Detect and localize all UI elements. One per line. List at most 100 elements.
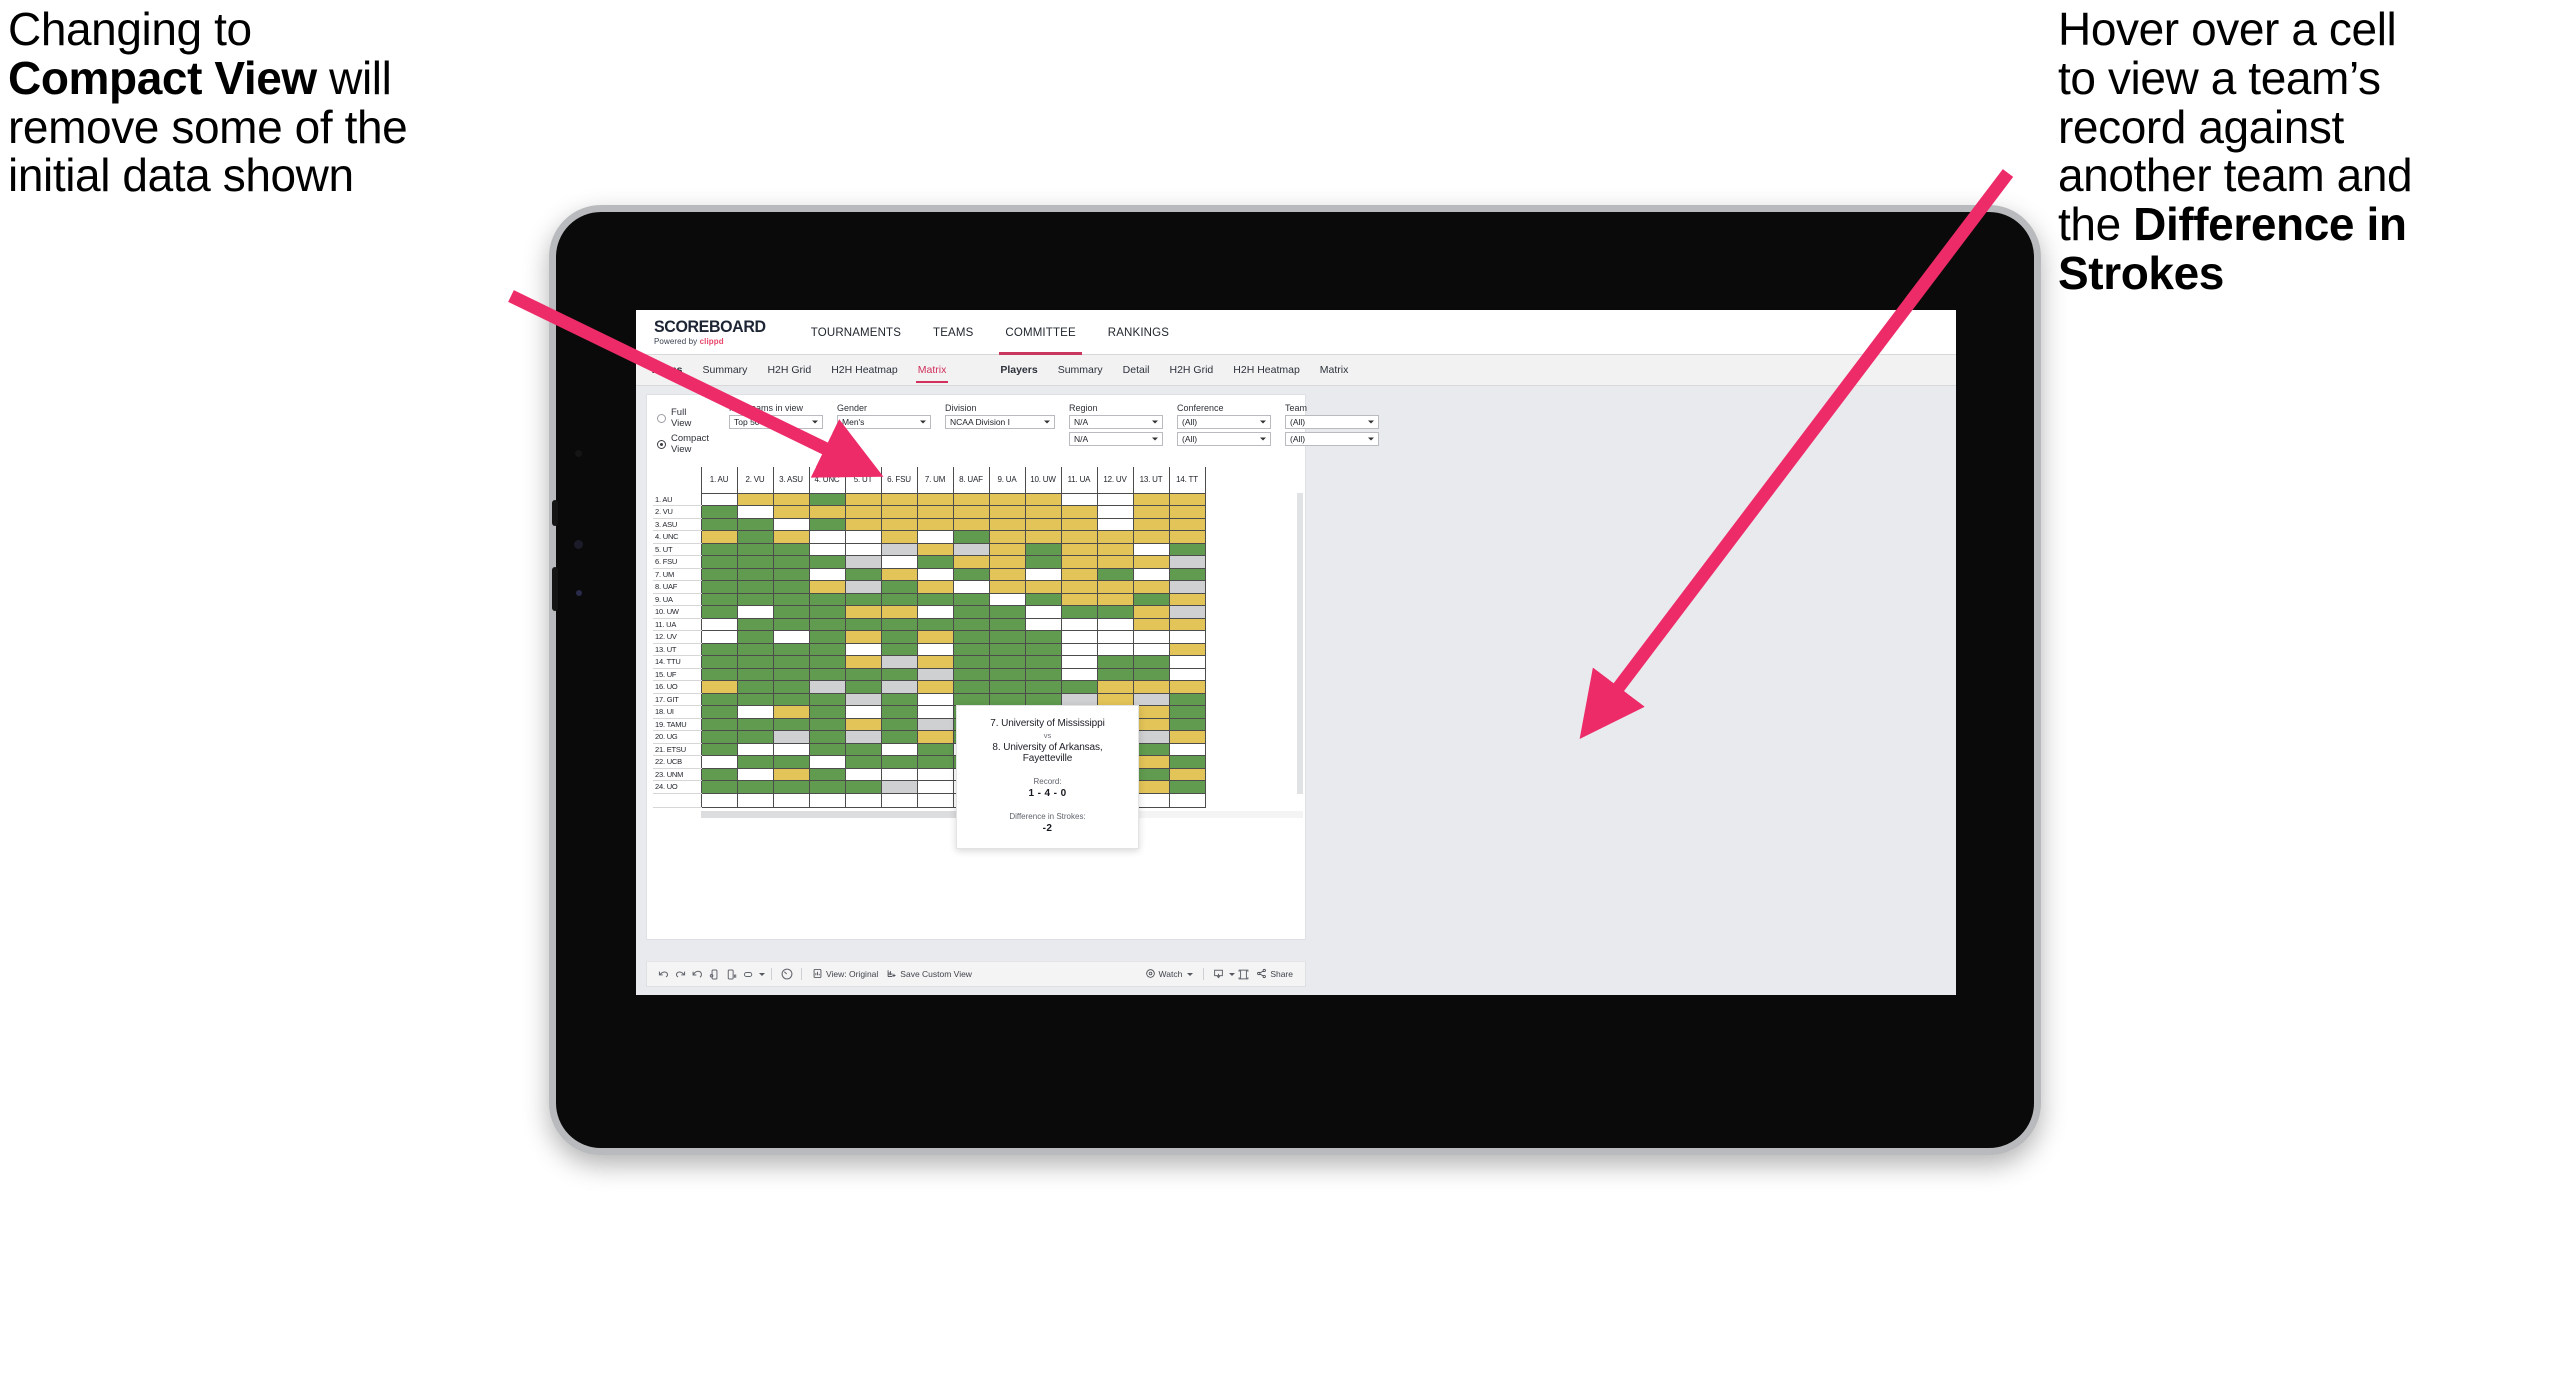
matrix-cell[interactable] <box>736 617 774 631</box>
matrix-cell[interactable] <box>844 780 882 794</box>
matrix-cell[interactable] <box>1168 505 1206 519</box>
refresh-data-icon[interactable] <box>706 966 723 983</box>
matrix-cell[interactable] <box>916 655 954 669</box>
matrix-cell[interactable] <box>880 755 918 769</box>
matrix-cell[interactable] <box>1096 555 1134 569</box>
subnav-item-6-summary[interactable]: Summary <box>1048 355 1113 386</box>
matrix-cell[interactable] <box>700 642 738 656</box>
matrix-cell[interactable] <box>1132 617 1170 631</box>
matrix-cell[interactable] <box>1096 642 1134 656</box>
matrix-cell[interactable] <box>952 555 990 569</box>
matrix-cell[interactable] <box>700 492 738 506</box>
matrix-cell[interactable] <box>1132 692 1170 706</box>
matrix-cell[interactable] <box>772 492 810 506</box>
matrix-cell[interactable] <box>1024 567 1062 581</box>
matrix-cell[interactable] <box>808 717 846 731</box>
matrix-cell[interactable] <box>1060 680 1098 694</box>
subnav-item-5-players[interactable]: Players <box>986 355 1047 386</box>
matrix-cell[interactable] <box>916 555 954 569</box>
pause-icon[interactable] <box>740 966 757 983</box>
matrix-cell[interactable] <box>952 530 990 544</box>
matrix-cell[interactable] <box>808 630 846 644</box>
matrix-cell[interactable] <box>916 705 954 719</box>
matrix-cell[interactable] <box>1132 530 1170 544</box>
watch-dropdown-caret[interactable] <box>1187 972 1194 976</box>
matrix-cell[interactable] <box>1132 605 1170 619</box>
matrix-cell[interactable] <box>700 655 738 669</box>
matrix-cell[interactable] <box>1096 630 1134 644</box>
matrix-cell[interactable] <box>736 742 774 756</box>
matrix-cell[interactable] <box>736 730 774 744</box>
matrix-cell[interactable] <box>1024 630 1062 644</box>
matrix-cell[interactable] <box>1060 630 1098 644</box>
matrix-cell[interactable] <box>700 705 738 719</box>
matrix-cell[interactable] <box>736 642 774 656</box>
matrix-cell[interactable] <box>880 705 918 719</box>
matrix-cell[interactable] <box>700 505 738 519</box>
view-original-button[interactable]: View: Original <box>812 968 878 981</box>
matrix-cell[interactable] <box>916 630 954 644</box>
matrix-cell[interactable] <box>880 780 918 794</box>
matrix-cell[interactable] <box>808 542 846 556</box>
matrix-cell[interactable] <box>808 592 846 606</box>
redo-icon[interactable] <box>672 966 689 983</box>
matrix-cell[interactable] <box>880 492 918 506</box>
matrix-cell[interactable] <box>736 780 774 794</box>
matrix-cell[interactable] <box>700 530 738 544</box>
matrix-cell[interactable] <box>844 730 882 744</box>
subnav-item-2-h2h-grid[interactable]: H2H Grid <box>757 355 821 386</box>
matrix-cell[interactable] <box>952 655 990 669</box>
matrix-cell[interactable] <box>916 492 954 506</box>
view-radio-full-view[interactable]: Full View <box>657 407 709 429</box>
matrix-cell[interactable] <box>1168 755 1206 769</box>
matrix-cell[interactable] <box>700 630 738 644</box>
matrix-cell[interactable] <box>808 742 846 756</box>
matrix-cell[interactable] <box>772 530 810 544</box>
filter-select-gender-0[interactable]: Men's <box>837 415 932 429</box>
filter-select-max-teams-in-view-0[interactable]: Top 50 <box>729 415 824 429</box>
matrix-cell[interactable] <box>808 580 846 594</box>
matrix-cell[interactable] <box>916 530 954 544</box>
matrix-cell[interactable] <box>952 542 990 556</box>
matrix-cell[interactable] <box>700 555 738 569</box>
matrix-cell[interactable] <box>1096 517 1134 531</box>
matrix-cell[interactable] <box>1060 542 1098 556</box>
matrix-cell[interactable] <box>700 667 738 681</box>
matrix-cell[interactable] <box>700 755 738 769</box>
matrix-cell[interactable] <box>916 642 954 656</box>
matrix-cell[interactable] <box>844 505 882 519</box>
matrix-cell[interactable] <box>1060 617 1098 631</box>
matrix-cell[interactable] <box>1096 655 1134 669</box>
matrix-cell[interactable] <box>916 680 954 694</box>
matrix-cell[interactable] <box>880 730 918 744</box>
matrix-cell[interactable] <box>844 605 882 619</box>
matrix-cell[interactable] <box>808 767 846 781</box>
matrix-cell[interactable] <box>1168 592 1206 606</box>
matrix-cell[interactable] <box>700 567 738 581</box>
matrix-cell[interactable] <box>988 630 1026 644</box>
subnav-item-1-summary[interactable]: Summary <box>693 355 758 386</box>
matrix-cell[interactable] <box>1132 655 1170 669</box>
matrix-cell[interactable] <box>1096 580 1134 594</box>
matrix-cell[interactable] <box>772 555 810 569</box>
matrix-cell[interactable] <box>808 617 846 631</box>
matrix-cell[interactable] <box>772 780 810 794</box>
matrix-cell[interactable] <box>700 742 738 756</box>
matrix-cell[interactable] <box>952 517 990 531</box>
matrix-cell[interactable] <box>1132 555 1170 569</box>
matrix-cell[interactable] <box>1096 505 1134 519</box>
download-icon[interactable] <box>1210 966 1227 983</box>
matrix-cell[interactable] <box>1096 542 1134 556</box>
matrix-cell[interactable] <box>772 680 810 694</box>
matrix-cell[interactable] <box>880 630 918 644</box>
matrix-cell[interactable] <box>1024 592 1062 606</box>
radio-indicator-icon[interactable] <box>657 413 666 423</box>
matrix-cell[interactable] <box>736 717 774 731</box>
matrix-cell[interactable] <box>880 667 918 681</box>
matrix-cell[interactable] <box>844 680 882 694</box>
matrix-cell[interactable] <box>988 492 1026 506</box>
pause-auto-update-icon[interactable] <box>723 966 740 983</box>
subnav-item-10-matrix[interactable]: Matrix <box>1310 355 1359 386</box>
matrix-cell[interactable] <box>952 605 990 619</box>
matrix-cell[interactable] <box>880 530 918 544</box>
